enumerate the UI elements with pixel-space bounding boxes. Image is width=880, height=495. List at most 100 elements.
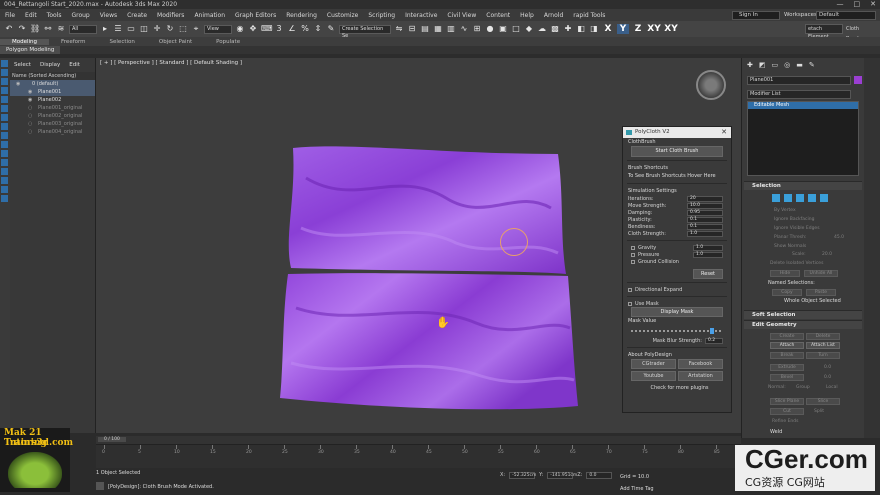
use-mask-checkbox[interactable] bbox=[628, 301, 632, 306]
explorer-menu-edit[interactable]: Edit bbox=[69, 62, 80, 68]
menu-rendering[interactable]: Rendering bbox=[281, 12, 322, 19]
menu-customize[interactable]: Customize bbox=[322, 12, 364, 19]
frame-indicator[interactable]: 0 / 100 bbox=[98, 437, 126, 442]
slice-plane-button[interactable]: Slice Plane bbox=[770, 398, 804, 405]
explorer-filter-icon[interactable] bbox=[1, 78, 8, 85]
x-coordinate-field[interactable]: -52.325cm bbox=[509, 472, 536, 479]
youtube-button[interactable]: Youtube bbox=[631, 371, 676, 381]
element-level-icon[interactable] bbox=[820, 194, 828, 202]
delete-isolated-option[interactable]: Delete Isolated Vertices bbox=[770, 261, 823, 266]
bind-space-warp-icon[interactable]: ≋ bbox=[56, 24, 66, 34]
delete-button[interactable]: Delete bbox=[806, 333, 840, 340]
align-icon[interactable]: ⊟ bbox=[407, 24, 417, 34]
create-tab-icon[interactable]: ✚ bbox=[747, 61, 753, 69]
extrude-value[interactable]: 0.0 bbox=[824, 365, 831, 370]
explorer-filter-icon[interactable] bbox=[1, 114, 8, 121]
menu-help[interactable]: Help bbox=[515, 12, 539, 19]
show-normals-option[interactable]: Show Normals bbox=[774, 244, 806, 249]
toggle-layer-explorer-icon[interactable]: ▦ bbox=[433, 24, 443, 34]
extrude-button[interactable]: Extrude bbox=[770, 364, 804, 371]
axis-xy-button-2[interactable]: XY bbox=[664, 24, 678, 34]
modifier-stack[interactable]: Editable Mesh bbox=[747, 101, 859, 176]
break-button[interactable]: Break bbox=[770, 352, 804, 359]
eye-icon[interactable]: ◌ bbox=[28, 128, 32, 136]
menu-graph-editors[interactable]: Graph Editors bbox=[230, 12, 281, 19]
vertex-level-icon[interactable] bbox=[772, 194, 780, 202]
time-slider[interactable]: 0 / 100 bbox=[96, 436, 741, 444]
ribbon-tab-selection[interactable]: Selection bbox=[98, 39, 147, 45]
bendiness-spinner[interactable]: 0.1 bbox=[687, 223, 723, 230]
axis-y-button[interactable]: Y bbox=[617, 24, 629, 34]
modify-tab-icon[interactable]: ◩ bbox=[759, 61, 766, 69]
selection-filter-dropdown[interactable]: All bbox=[69, 24, 97, 34]
minimize-button[interactable]: — bbox=[837, 0, 844, 9]
tool-icon-b[interactable]: ◧ bbox=[576, 24, 586, 34]
close-button[interactable]: ✕ bbox=[870, 0, 876, 9]
menu-create[interactable]: Create bbox=[122, 12, 152, 19]
brush-shortcuts-hint[interactable]: To See Brush Shortcuts Hover Here bbox=[623, 172, 731, 180]
explorer-filter-icon[interactable] bbox=[1, 168, 8, 175]
explorer-filter-icon[interactable] bbox=[1, 123, 8, 130]
spinner-snap-icon[interactable]: ⇕ bbox=[313, 24, 323, 34]
selection-rollout-header[interactable]: Selection bbox=[744, 181, 862, 190]
rectangular-selection-icon[interactable]: ▭ bbox=[126, 24, 136, 34]
maxscript-listener-icon[interactable] bbox=[96, 482, 104, 490]
select-object-icon[interactable]: ▸ bbox=[100, 24, 110, 34]
menu-rapid-tools[interactable]: rapid Tools bbox=[568, 12, 610, 19]
select-rotate-icon[interactable]: ↻ bbox=[165, 24, 175, 34]
explorer-filter-icon[interactable] bbox=[1, 87, 8, 94]
edge-level-icon[interactable] bbox=[784, 194, 792, 202]
tree-item[interactable]: ◌ Plane001_original bbox=[10, 104, 95, 112]
keyboard-shortcut-icon[interactable]: ⌨ bbox=[261, 24, 273, 34]
cut-button[interactable]: Cut bbox=[770, 408, 804, 415]
split-option[interactable]: Split bbox=[814, 409, 824, 414]
scale-value[interactable]: 20.0 bbox=[822, 252, 832, 257]
reset-button[interactable]: Reset bbox=[693, 269, 723, 279]
named-selection-dropdown[interactable]: Create Selection Se bbox=[339, 24, 391, 39]
maximize-button[interactable]: □ bbox=[854, 0, 861, 9]
mirror-icon[interactable]: ⇋ bbox=[394, 24, 404, 34]
mask-value-slider[interactable] bbox=[631, 328, 723, 334]
unhide-all-button[interactable]: Unhide All bbox=[804, 270, 838, 277]
move-strength-spinner[interactable]: 10.0 bbox=[687, 202, 723, 209]
damping-spinner[interactable]: 0.95 bbox=[687, 209, 723, 216]
polycloth-titlebar[interactable]: PolyCloth V2 ✕ bbox=[623, 127, 731, 138]
explorer-filter-icon[interactable] bbox=[1, 159, 8, 166]
hierarchy-tab-icon[interactable]: ▭ bbox=[772, 61, 779, 69]
a360-gallery-icon[interactable]: ▩ bbox=[550, 24, 560, 34]
facebook-button[interactable]: Facebook bbox=[678, 359, 723, 369]
start-cloth-brush-button[interactable]: Start Cloth Brush bbox=[631, 146, 723, 157]
eye-icon[interactable]: ◌ bbox=[28, 112, 32, 120]
tool-icon-a[interactable]: ✚ bbox=[563, 24, 573, 34]
normal-local-option[interactable]: Local bbox=[826, 385, 838, 390]
explorer-menu-display[interactable]: Display bbox=[40, 62, 60, 68]
ignore-backfacing-option[interactable]: Ignore Backfacing bbox=[774, 217, 814, 222]
timeline-track[interactable]: 0 5 10 15 20 25 30 35 40 45 50 55 60 65 70 75 80 85 bbox=[96, 444, 741, 468]
render-in-cloud-icon[interactable]: ☁ bbox=[537, 24, 547, 34]
axis-xy-button[interactable]: XY bbox=[647, 24, 661, 34]
edit-geometry-rollout-header[interactable]: Edit Geometry bbox=[744, 320, 862, 329]
tree-item[interactable]: ◉ Plane002 bbox=[10, 96, 95, 104]
slice-button[interactable]: Slice bbox=[806, 398, 840, 405]
explorer-filter-icon[interactable] bbox=[1, 141, 8, 148]
menu-views[interactable]: Views bbox=[95, 12, 122, 19]
explorer-filter-icon[interactable] bbox=[1, 105, 8, 112]
cloth-strength-spinner[interactable]: 1.0 bbox=[687, 230, 723, 237]
z-coordinate-field[interactable]: 0.0 bbox=[586, 472, 613, 479]
tree-item[interactable]: ◌ Plane004_original bbox=[10, 128, 95, 136]
menu-file[interactable]: File bbox=[0, 12, 20, 19]
refine-ends-option[interactable]: Refine Ends bbox=[772, 419, 798, 424]
motion-tab-icon[interactable]: ◎ bbox=[784, 61, 790, 69]
menu-scripting[interactable]: Scripting bbox=[363, 12, 400, 19]
y-coordinate-field[interactable]: -141.951cm bbox=[547, 472, 577, 479]
menu-arnold[interactable]: Arnold bbox=[539, 12, 568, 19]
percent-snap-icon[interactable]: % bbox=[300, 24, 310, 34]
window-crossing-icon[interactable]: ◫ bbox=[139, 24, 149, 34]
ribbon-tab-freeform[interactable]: Freeform bbox=[49, 39, 98, 45]
snaps-toggle-icon[interactable]: 3 bbox=[274, 24, 284, 34]
menu-tools[interactable]: Tools bbox=[42, 12, 67, 19]
tool-icon-c[interactable]: ◨ bbox=[589, 24, 599, 34]
manipulate-icon[interactable]: ✥ bbox=[248, 24, 258, 34]
soft-selection-rollout-header[interactable]: Soft Selection bbox=[744, 310, 862, 319]
utilities-tab-icon[interactable]: ✎ bbox=[809, 61, 815, 69]
